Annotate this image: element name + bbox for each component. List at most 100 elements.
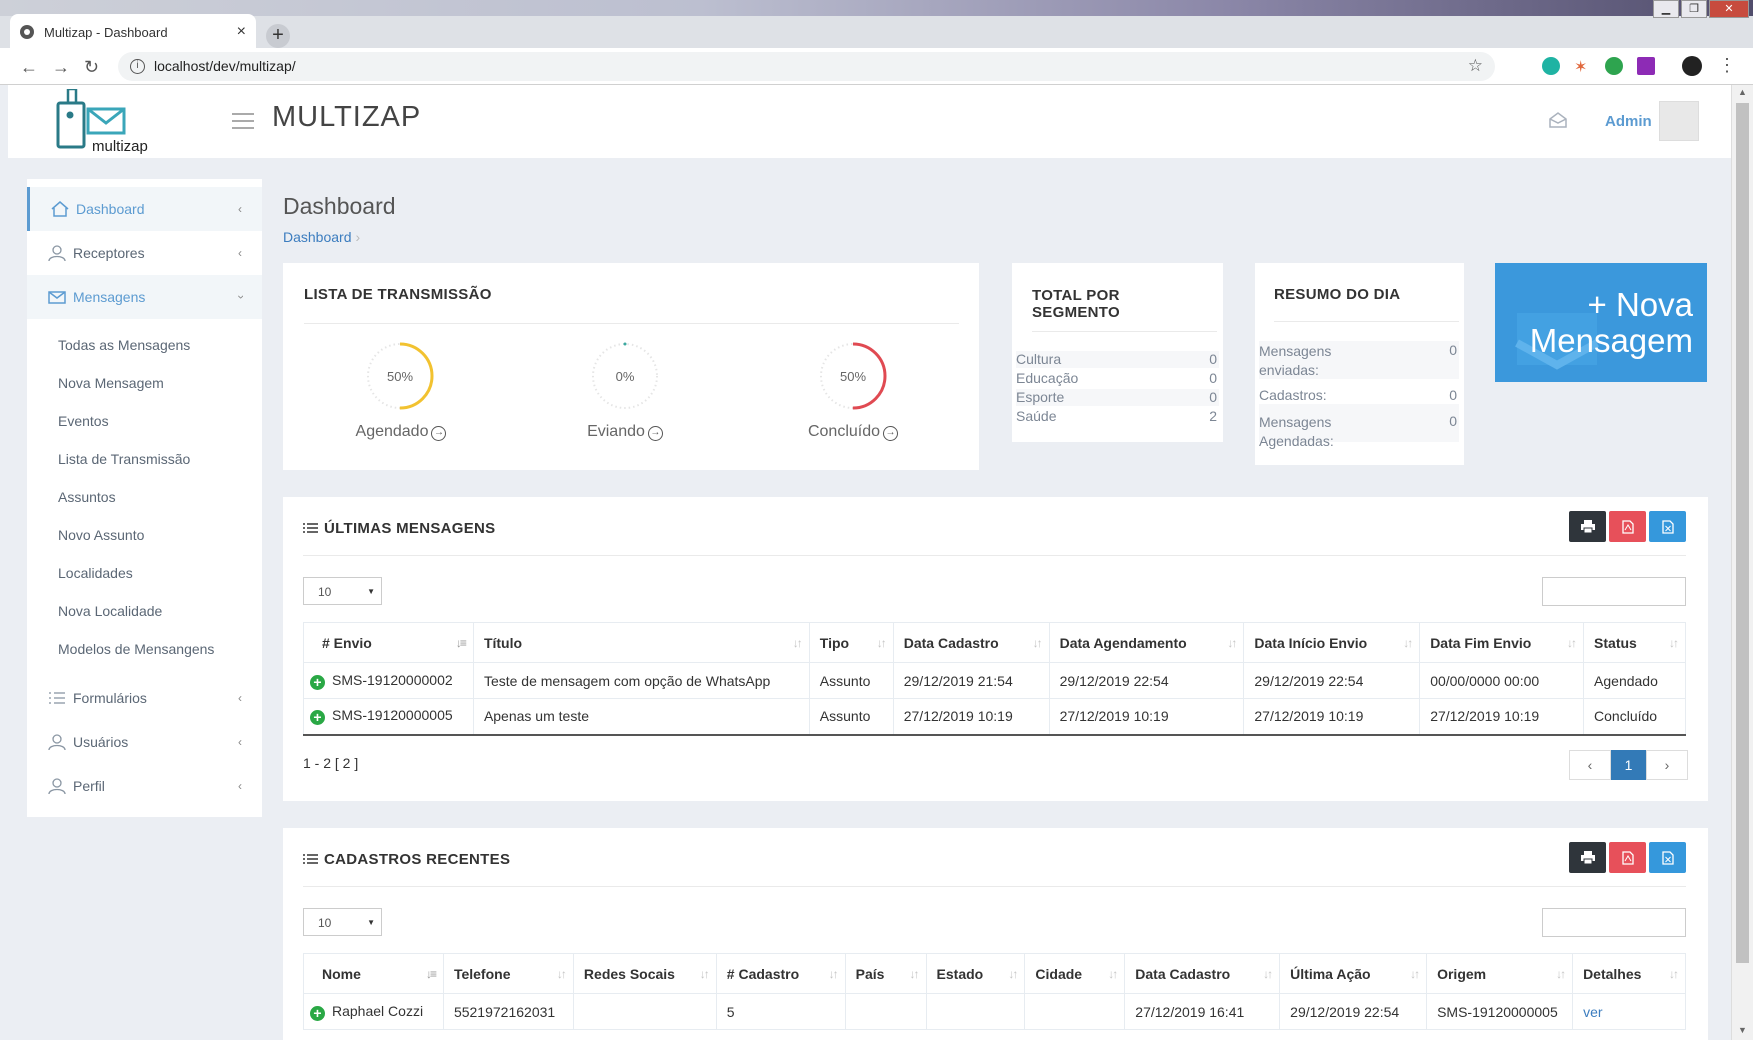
page-size-value: 10 xyxy=(318,585,332,599)
column-header[interactable]: Status ↓↑ xyxy=(1583,622,1686,663)
scroll-up-icon[interactable]: ▲ xyxy=(1738,87,1747,97)
bookmark-star-icon[interactable]: ☆ xyxy=(1468,56,1483,76)
avatar[interactable] xyxy=(1659,101,1699,141)
browser-tab[interactable]: Multizap - Dashboard × xyxy=(10,14,256,50)
multizap-logo[interactable]: multizap xyxy=(52,89,162,155)
extension-star-icon[interactable]: ✶ xyxy=(1574,57,1592,76)
submenu-novo-assunto[interactable]: Novo Assunto xyxy=(58,527,144,543)
breadcrumb: Dashboard › xyxy=(283,229,360,245)
ver-details-link[interactable]: ver xyxy=(1583,1004,1602,1020)
url-text: localhost/dev/multizap/ xyxy=(154,58,296,74)
sidebar-item-mensagens[interactable]: Mensagens ‹ xyxy=(27,275,262,319)
extension-purple-icon[interactable] xyxy=(1637,57,1655,75)
gauge-label-enviando[interactable]: Eviando → xyxy=(555,423,695,441)
submenu-assuntos[interactable]: Assuntos xyxy=(58,489,116,505)
column-header[interactable]: Data Fim Envio ↓↑ xyxy=(1419,622,1585,663)
user-name[interactable]: Admin xyxy=(1605,113,1652,130)
column-header[interactable]: Data Início Envio ↓↑ xyxy=(1243,622,1421,663)
column-header[interactable]: Data Cadastro ↓↑ xyxy=(892,622,1050,663)
profile-avatar-icon[interactable] xyxy=(1682,56,1702,76)
arrow-circle-right-icon[interactable]: → xyxy=(431,426,447,441)
print-button[interactable] xyxy=(1569,511,1606,542)
excel-button[interactable] xyxy=(1649,842,1686,873)
resumo-card: RESUMO DO DIA Mensagens enviadas: 0 Cadas… xyxy=(1255,263,1464,465)
column-header[interactable]: Última Ação ↓↑ xyxy=(1279,953,1428,994)
reload-icon[interactable]: ↻ xyxy=(84,57,99,78)
column-header[interactable]: Redes Socais ↓↑ xyxy=(572,953,717,994)
column-header[interactable]: Origem ↓↑ xyxy=(1426,953,1574,994)
column-label: Telefone xyxy=(453,965,511,982)
expand-row-icon[interactable]: + xyxy=(310,710,325,726)
column-header[interactable]: Título ↓↑ xyxy=(472,622,810,663)
page-size-select[interactable]: 10 ▼ xyxy=(303,577,382,605)
print-button[interactable] xyxy=(1569,842,1606,873)
search-input[interactable] xyxy=(1542,577,1686,606)
page-size-value: 10 xyxy=(318,916,332,930)
back-arrow-icon[interactable]: ← xyxy=(20,57,38,78)
breadcrumb-item[interactable]: Dashboard xyxy=(283,229,352,245)
scrollbar-thumb[interactable] xyxy=(1736,103,1749,963)
column-header[interactable]: Telefone ↓↑ xyxy=(442,953,574,994)
tab-close-icon[interactable]: × xyxy=(237,23,246,41)
sidebar-item-receptores[interactable]: Receptores ‹ xyxy=(27,231,262,275)
scroll-down-icon[interactable]: ▼ xyxy=(1738,1025,1747,1035)
forward-arrow-icon[interactable]: → xyxy=(52,57,70,78)
next-page-button[interactable]: › xyxy=(1646,750,1688,780)
extension-m-icon[interactable] xyxy=(1542,57,1560,75)
sort-icon: ↓≡ xyxy=(425,967,437,981)
submenu-nova-localidade[interactable]: Nova Localidade xyxy=(58,603,162,619)
table-cell: 5521972162031 xyxy=(442,993,574,1030)
gauge-label-agendado[interactable]: Agendado → xyxy=(331,423,471,441)
submenu-localidades[interactable]: Localidades xyxy=(58,565,133,581)
info-icon[interactable]: i xyxy=(130,59,145,74)
menu-dots-icon[interactable]: ⋮ xyxy=(1718,55,1736,76)
page-1-button[interactable]: 1 xyxy=(1611,750,1646,780)
column-header[interactable]: Cidade ↓↑ xyxy=(1024,953,1126,994)
submenu-lista-transmissao[interactable]: Lista de Transmissão xyxy=(58,451,190,467)
submenu-todas-mensagens[interactable]: Todas as Mensagens xyxy=(58,337,190,353)
sidebar-item-formularios[interactable]: Formulários ‹ xyxy=(27,676,262,720)
new-tab-button[interactable]: + xyxy=(266,24,290,48)
inbox-icon[interactable] xyxy=(1548,111,1568,129)
pdf-button[interactable] xyxy=(1609,842,1646,873)
users-icon xyxy=(47,244,67,262)
sidebar-item-usuarios[interactable]: Usuários ‹ xyxy=(27,720,262,764)
chevron-down-icon: ‹ xyxy=(233,295,247,299)
submenu-nova-mensagem[interactable]: Nova Mensagem xyxy=(58,375,164,391)
column-header[interactable]: Tipo ↓↑ xyxy=(808,622,894,663)
column-header[interactable]: Data Cadastro ↓↑ xyxy=(1124,953,1281,994)
sidebar-item-label: Formulários xyxy=(73,690,147,706)
column-header[interactable]: Nome ↓≡ xyxy=(303,953,444,994)
logo-text: multizap xyxy=(92,138,148,155)
expand-row-icon[interactable]: + xyxy=(310,674,325,690)
submenu-eventos[interactable]: Eventos xyxy=(58,413,109,429)
column-header[interactable]: Estado ↓↑ xyxy=(925,953,1026,994)
page-size-select[interactable]: 10 ▼ xyxy=(303,908,382,936)
sidebar-item-perfil[interactable]: Perfil ‹ xyxy=(27,764,262,808)
submenu-modelos-mensagens[interactable]: Modelos de Mensangens xyxy=(58,641,214,657)
table-header-row: # Envio ↓≡ Título ↓↑ Tipo ↓↑ Data Cadastro ↓… xyxy=(303,622,1686,663)
table-cell: Concluído xyxy=(1583,698,1686,736)
pdf-button[interactable] xyxy=(1609,511,1646,542)
sort-icon: ↓↑ xyxy=(1263,967,1273,981)
extension-evernote-icon[interactable] xyxy=(1605,57,1623,75)
column-header[interactable]: # Cadastro ↓↑ xyxy=(715,953,846,994)
gauge-label-concluido[interactable]: Concluído → xyxy=(783,423,923,441)
arrow-circle-right-icon[interactable]: → xyxy=(647,426,663,441)
column-header[interactable]: País ↓↑ xyxy=(844,953,927,994)
column-header[interactable]: Detalhes ↓↑ xyxy=(1572,953,1686,994)
column-header[interactable]: # Envio ↓≡ xyxy=(303,622,474,663)
address-bar[interactable]: i localhost/dev/multizap/ ☆ xyxy=(118,52,1495,81)
excel-button[interactable] xyxy=(1649,511,1686,542)
title-line: SEGMENTO xyxy=(1032,304,1120,321)
arrow-circle-right-icon[interactable]: → xyxy=(883,426,899,441)
sidebar-item-dashboard[interactable]: Dashboard ‹ xyxy=(27,187,262,231)
search-input[interactable] xyxy=(1542,908,1686,937)
segment-value: 2 xyxy=(1209,408,1217,424)
nova-mensagem-button[interactable]: + Nova Mensagem xyxy=(1495,263,1707,382)
column-header[interactable]: Data Agendamento ↓↑ xyxy=(1048,622,1245,663)
expand-row-icon[interactable]: + xyxy=(310,1005,325,1021)
hamburger-menu-icon[interactable] xyxy=(232,113,254,134)
prev-page-button[interactable]: ‹ xyxy=(1569,750,1611,780)
page-scrollbar[interactable]: ▲ ▼ xyxy=(1731,85,1753,1040)
